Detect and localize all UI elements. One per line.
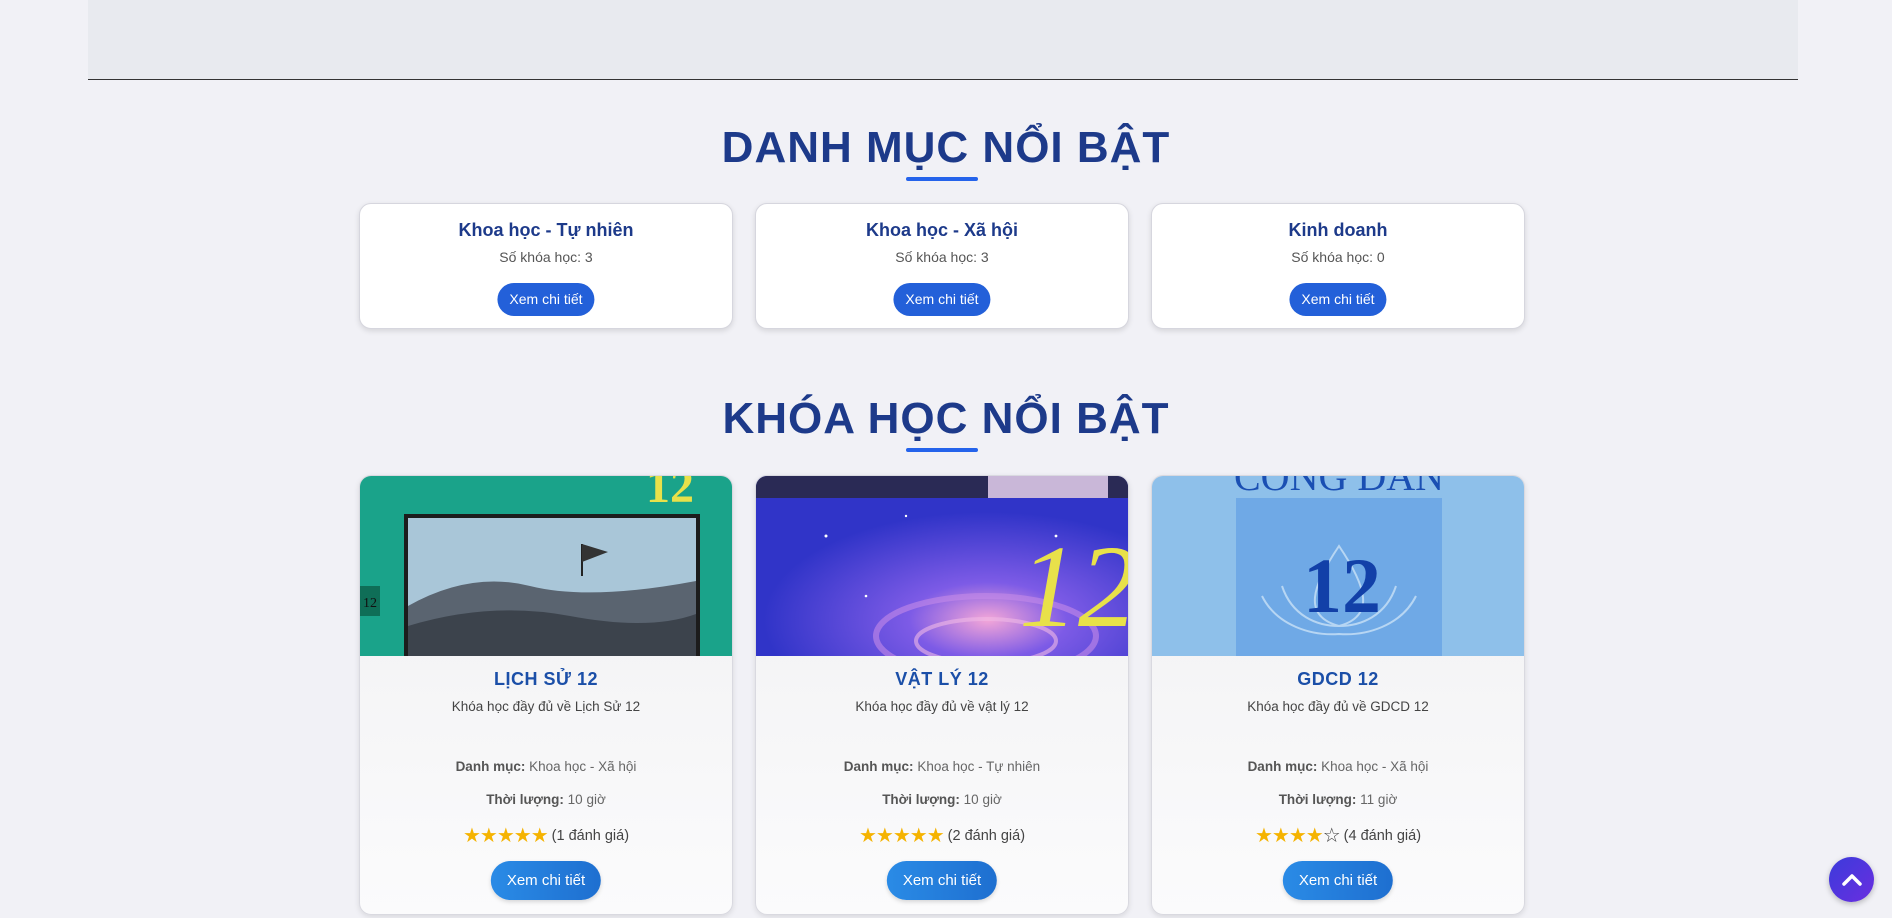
- course-category-label: Danh mục:: [455, 759, 526, 774]
- star-icon: ★: [1305, 825, 1324, 847]
- svg-text:CÔNG DÂN: CÔNG DÂN: [1234, 476, 1444, 499]
- course-category-value: Khoa học - Xã hội: [1321, 759, 1429, 774]
- scroll-to-top-button[interactable]: [1829, 857, 1874, 902]
- course-card: 12 VẬT LÝ 12 Khóa học đầy đủ về vật lý 1…: [755, 475, 1129, 915]
- courses-heading: KHÓA HỌC NỔI BẬT: [722, 394, 1170, 443]
- course-title[interactable]: LỊCH SỬ 12: [360, 669, 732, 690]
- star-icon: ★: [892, 825, 911, 847]
- star-icon: ★: [875, 825, 894, 847]
- star-icon: ★: [926, 825, 945, 847]
- category-card: Kinh doanh Số khóa học: 0 Xem chi tiết: [1151, 203, 1525, 329]
- star-icon: ★: [513, 825, 532, 847]
- course-category-label: Danh mục:: [843, 759, 914, 774]
- svg-text:12: 12: [363, 596, 377, 611]
- chevron-up-icon: [1841, 873, 1862, 886]
- course-detail-button[interactable]: Xem chi tiết: [490, 861, 602, 900]
- header-banner-area: [88, 0, 1798, 80]
- course-category-value: Khoa học - Xã hội: [529, 759, 637, 774]
- category-detail-button[interactable]: Xem chi tiết: [1289, 283, 1387, 316]
- course-rating: ★★★★☆ (4 đánh giá): [1152, 823, 1524, 848]
- star-icon: ★: [496, 825, 515, 847]
- course-rating: ★★★★★ (1 đánh giá): [360, 823, 732, 848]
- course-duration: Thời lượng: 11 giờ: [1152, 792, 1524, 807]
- course-category: Danh mục: Khoa học - Xã hội: [360, 759, 732, 774]
- course-category-label: Danh mục:: [1247, 759, 1318, 774]
- rating-count: (2 đánh giá): [947, 828, 1026, 844]
- category-name: Khoa học - Xã hội: [865, 220, 1018, 240]
- course-duration-label: Thời lượng:: [1278, 792, 1357, 807]
- course-title[interactable]: VẬT LÝ 12: [756, 669, 1128, 690]
- course-thumbnail[interactable]: CÔNG DÂN 12: [1152, 476, 1524, 656]
- course-card: CÔNG DÂN 12 GDCD 12 Khóa học đầy đủ về G…: [1151, 475, 1525, 915]
- course-duration: Thời lượng: 10 giờ: [756, 792, 1128, 807]
- category-card: Khoa học - Tự nhiên Số khóa học: 3 Xem c…: [359, 203, 733, 329]
- course-category-value: Khoa học - Tự nhiên: [917, 759, 1041, 774]
- star-icon: ★: [479, 825, 498, 847]
- course-detail-button[interactable]: Xem chi tiết: [886, 861, 998, 900]
- star-icon: ★: [909, 825, 928, 847]
- course-card: 12 12 LỊCH SỬ 12 Khóa học đầy đủ về Lịch…: [359, 475, 733, 915]
- category-count: Số khóa học: 3: [895, 249, 989, 265]
- course-description: Khóa học đầy đủ về Lịch Sử 12: [451, 699, 641, 714]
- course-rating: ★★★★★ (2 đánh giá): [756, 823, 1128, 848]
- course-thumbnail[interactable]: 12: [756, 476, 1129, 656]
- course-duration-value: 11 giờ: [1360, 792, 1398, 807]
- star-icon: ★: [858, 825, 877, 847]
- svg-text:12: 12: [646, 476, 694, 513]
- svg-text:12: 12: [1019, 521, 1129, 652]
- course-thumbnail[interactable]: 12 12: [360, 476, 732, 656]
- course-category: Danh mục: Khoa học - Xã hội: [1152, 759, 1524, 774]
- category-detail-button[interactable]: Xem chi tiết: [497, 283, 595, 316]
- star-icon: ★: [1254, 825, 1273, 847]
- categories-heading-underline: [906, 177, 978, 181]
- course-category: Danh mục: Khoa học - Tự nhiên: [756, 759, 1128, 774]
- course-description: Khóa học đầy đủ về vật lý 12: [855, 699, 1029, 714]
- course-description: Khóa học đầy đủ về GDCD 12: [1247, 699, 1429, 714]
- category-count: Số khóa học: 0: [1291, 249, 1385, 265]
- categories-heading: DANH MỤC NỔI BẬT: [721, 123, 1171, 172]
- courses-heading-underline: [906, 448, 978, 452]
- course-duration-label: Thời lượng:: [882, 792, 960, 807]
- star-icon: ★: [530, 825, 549, 847]
- course-title[interactable]: GDCD 12: [1152, 669, 1524, 690]
- category-count: Số khóa học: 3: [499, 249, 593, 265]
- course-duration: Thời lượng: 10 giờ: [360, 792, 732, 807]
- rating-count: (4 đánh giá): [1343, 828, 1422, 844]
- star-empty-icon: ☆: [1322, 825, 1341, 847]
- category-card: Khoa học - Xã hội Số khóa học: 3 Xem chi…: [755, 203, 1129, 329]
- rating-count: (1 đánh giá): [551, 828, 630, 844]
- star-icon: ★: [1271, 825, 1290, 847]
- category-detail-button[interactable]: Xem chi tiết: [893, 283, 991, 316]
- star-icon: ★: [462, 825, 481, 847]
- category-name: Khoa học - Tự nhiên: [458, 220, 634, 240]
- category-name: Kinh doanh: [1288, 220, 1388, 240]
- course-duration-label: Thời lượng:: [486, 792, 564, 807]
- course-duration-value: 10 giờ: [963, 792, 1002, 807]
- course-detail-button[interactable]: Xem chi tiết: [1282, 861, 1394, 900]
- svg-text:12: 12: [1303, 542, 1381, 629]
- course-duration-value: 10 giờ: [567, 792, 606, 807]
- star-icon: ★: [1288, 825, 1307, 847]
